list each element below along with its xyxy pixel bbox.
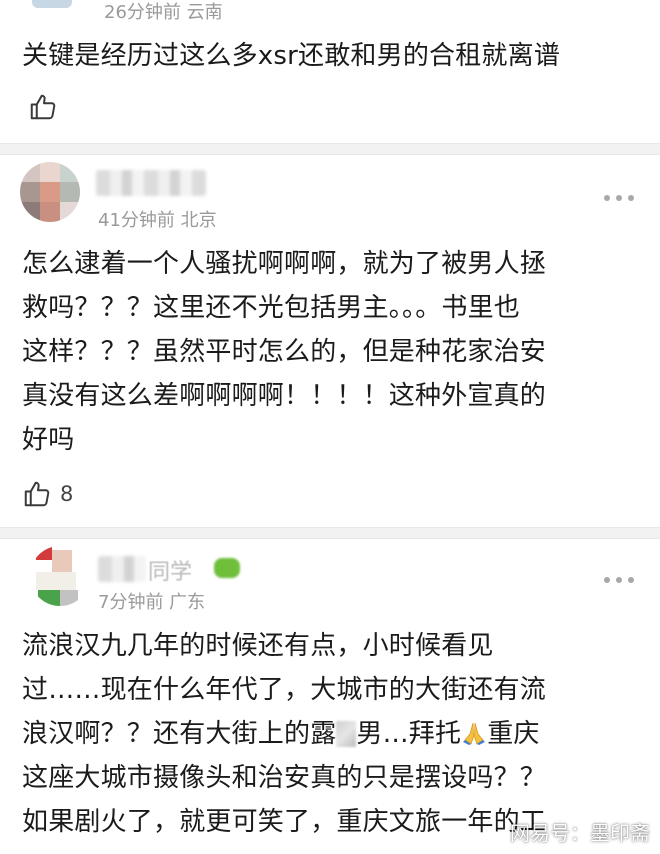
text-line: 这座大城市摄像头和治安真的只是摆设吗？？ — [22, 763, 547, 793]
comment-2: 41分钟前 北京 怎么逮着一个人骚扰啊啊啊，就为了被男人拯 救吗？？？这里还不光… — [0, 154, 660, 524]
avatar[interactable] — [30, 546, 90, 606]
comment-1: 26分钟前 云南 关键是经历过这么多xsr还敢和男的合租就离谱 — [0, 0, 660, 140]
avatar[interactable] — [20, 162, 80, 222]
username-redacted[interactable] — [98, 556, 146, 582]
more-options-button[interactable] — [604, 576, 634, 584]
text-line: 过……现在什么年代了，大城市的大街还有流 — [22, 675, 547, 705]
text-line: 这样？？？虽然平时怎么的，但是种花家治安 — [22, 337, 547, 367]
redacted-character — [336, 721, 357, 747]
watermark: 网易号：墨印斋 — [510, 821, 650, 845]
username-badge — [214, 558, 240, 578]
text-line: 救吗？？？这里还不光包括男主。。。书里也 — [22, 293, 521, 323]
like-button[interactable] — [28, 92, 58, 122]
comment-text: 流浪汉九几年的时候还有点，小时候看见 过……现在什么年代了，大城市的大街还有流 … — [22, 624, 640, 844]
like-button[interactable]: 8 — [22, 479, 73, 509]
text-segment: 男…拜托 — [356, 719, 462, 749]
username-partial[interactable]: 同学 — [148, 554, 192, 586]
avatar[interactable] — [22, 0, 82, 16]
text-line: 关键是经历过这么多xsr还敢和男的合租就离谱 — [22, 41, 561, 71]
more-dots-icon — [604, 195, 610, 201]
text-segment: 重庆 — [487, 719, 540, 749]
comment-text: 关键是经历过这么多xsr还敢和男的合租就离谱 — [22, 34, 640, 78]
text-line: 怎么逮着一个人骚扰啊啊啊，就为了被男人拯 — [22, 249, 547, 279]
comment-meta: 41分钟前 北京 — [98, 210, 217, 231]
text-line: 真没有这么差啊啊啊啊！！！！这种外宣真的 — [22, 381, 547, 411]
comment-text: 怎么逮着一个人骚扰啊啊啊，就为了被男人拯 救吗？？？这里还不光包括男主。。。书里… — [22, 242, 640, 462]
thumbs-up-icon — [30, 94, 56, 120]
text-line: 浪汉啊？？还有大街上的露 男…拜托 重庆 — [22, 712, 640, 756]
more-options-button[interactable] — [604, 194, 634, 202]
thumbs-up-icon — [24, 481, 50, 507]
more-dots-icon — [604, 577, 610, 583]
username-redacted[interactable] — [96, 170, 206, 196]
text-line: 好吗 — [22, 425, 75, 455]
comment-meta: 7分钟前 广东 — [98, 592, 206, 613]
like-count: 8 — [60, 482, 74, 506]
pray-emoji-icon — [463, 722, 486, 745]
comment-3: 同学 7分钟前 广东 流浪汉九几年的时候还有点，小时候看见 过……现在什么年代了… — [0, 538, 660, 854]
comment-meta: 26分钟前 云南 — [104, 2, 223, 23]
text-line: 流浪汉九几年的时候还有点，小时候看见 — [22, 631, 494, 661]
text-segment: 浪汉啊？？还有大街上的露 — [22, 719, 337, 749]
